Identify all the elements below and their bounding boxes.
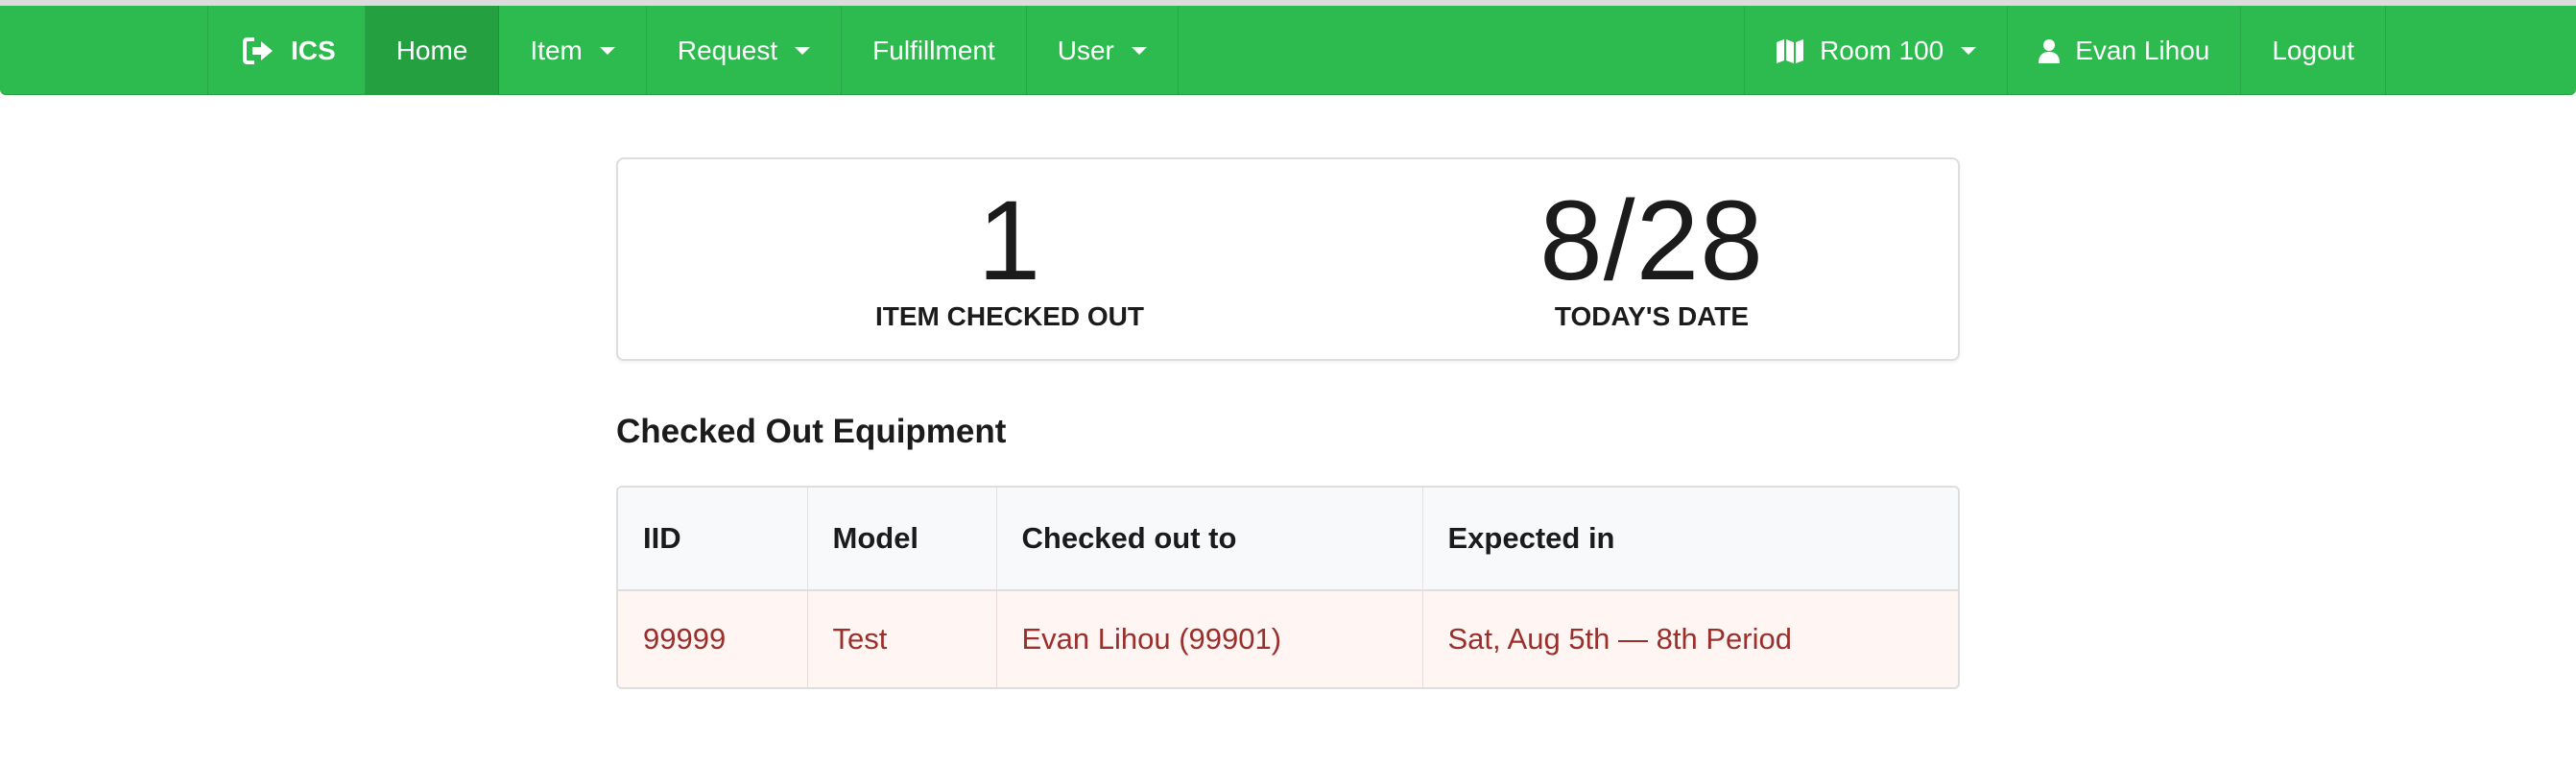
user-profile-link[interactable]: Evan Lihou — [2008, 6, 2242, 95]
section-title: Checked Out Equipment — [616, 413, 1007, 450]
cell-model: Test — [807, 590, 997, 687]
nav-fulfillment-label: Fulfillment — [872, 35, 995, 65]
nav-user-dropdown[interactable]: User — [1027, 6, 1179, 95]
stat-value: 1 — [977, 178, 1042, 304]
room-label: Room 100 — [1820, 35, 1944, 65]
stat-label: TODAY'S DATE — [1554, 301, 1750, 331]
stat-todays-date: 8/28 TODAY'S DATE — [1412, 184, 1892, 332]
chevron-down-icon — [599, 46, 615, 55]
nav-item-label: Item — [530, 35, 583, 65]
sign-in-icon — [243, 36, 275, 65]
stat-label: ITEM CHECKED OUT — [875, 301, 1144, 331]
nav-left: ICS Home Item Request Fulfillment User — [207, 6, 1179, 95]
top-navbar: ICS Home Item Request Fulfillment User R… — [0, 6, 2576, 95]
logout-label: Logout — [2272, 35, 2354, 65]
column-header-expected-in[interactable]: Expected in — [1422, 488, 1958, 591]
nav-request-label: Request — [677, 35, 778, 65]
chevron-down-icon — [795, 46, 811, 55]
nav-fulfillment[interactable]: Fulfillment — [842, 6, 1027, 95]
map-icon — [1776, 37, 1804, 64]
chevron-down-icon — [1961, 46, 1977, 55]
nav-right: Room 100 Evan Lihou Logout — [1744, 6, 2386, 95]
cell-iid: 99999 — [618, 590, 808, 687]
nav-home-label: Home — [395, 35, 468, 65]
table-row[interactable]: 99999 Test Evan Lihou (99901) Sat, Aug 5… — [618, 590, 1958, 687]
column-header-iid[interactable]: IID — [618, 488, 808, 591]
stat-items-checked-out: 1 ITEM CHECKED OUT — [770, 184, 1250, 332]
nav-request-dropdown[interactable]: Request — [647, 6, 843, 95]
nav-item-dropdown[interactable]: Item — [499, 6, 647, 95]
column-header-checked-out-to[interactable]: Checked out to — [996, 488, 1423, 591]
brand-link[interactable]: ICS — [208, 6, 366, 95]
user-name: Evan Lihou — [2075, 35, 2210, 65]
table-header-row: IID Model Checked out to Expected in — [618, 488, 1958, 591]
stats-card: 1 ITEM CHECKED OUT 8/28 TODAY'S DATE — [616, 157, 1960, 361]
room-dropdown[interactable]: Room 100 — [1745, 6, 2009, 95]
nav-user-label: User — [1057, 35, 1114, 65]
logout-link[interactable]: Logout — [2241, 6, 2386, 95]
column-header-model[interactable]: Model — [807, 488, 997, 591]
cell-expected-in: Sat, Aug 5th — 8th Period — [1422, 590, 1958, 687]
user-icon — [2039, 38, 2061, 63]
brand-label: ICS — [291, 35, 336, 65]
stat-value: 8/28 — [1539, 178, 1764, 304]
checked-out-table: IID Model Checked out to Expected in 999… — [616, 486, 1960, 689]
nav-home[interactable]: Home — [365, 6, 500, 95]
chevron-down-icon — [1131, 46, 1147, 55]
cell-checked-out-to: Evan Lihou (99901) — [996, 590, 1423, 687]
